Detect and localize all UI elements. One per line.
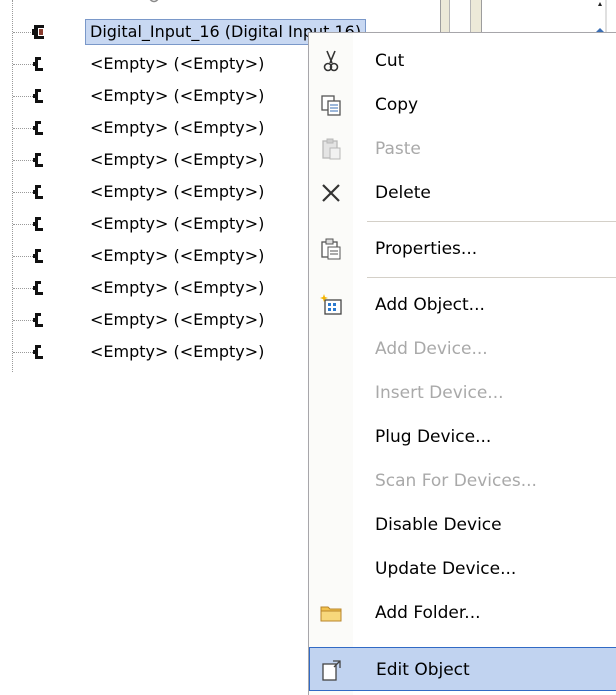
paste-icon — [322, 138, 341, 160]
tree-connector — [13, 288, 33, 289]
empty-slot-icon — [33, 249, 43, 263]
menu-item-label: Add Object... — [375, 295, 485, 315]
delete-icon — [322, 184, 340, 202]
collapse-glyph-icon — [149, 0, 159, 3]
tree-item-label: <Empty> (<Empty>) — [90, 214, 265, 233]
tree-item-label: <Empty> (<Empty>) — [90, 150, 265, 169]
menu-item-label: Add Folder... — [375, 603, 481, 623]
empty-slot-icon — [33, 121, 43, 135]
empty-slot-icon — [33, 281, 43, 295]
tree-connector — [13, 96, 33, 97]
edit-object-icon — [322, 660, 341, 681]
tree-item-label: <Empty> (<Empty>) — [90, 310, 265, 329]
menu-item-add-object[interactable]: Add Object... — [309, 283, 616, 327]
tree-connector — [13, 160, 33, 161]
empty-slot-icon — [33, 313, 43, 327]
menu-item-cut[interactable]: Cut — [309, 39, 616, 83]
menu-item-copy[interactable]: Copy — [309, 83, 616, 127]
menu-item-label: Insert Device... — [375, 383, 504, 403]
menu-item-plug-device[interactable]: Plug Device... — [309, 415, 616, 459]
empty-slot-icon — [33, 345, 43, 359]
menu-item-label: Update Device... — [375, 559, 517, 579]
menu-separator — [367, 221, 616, 222]
tree-item-label: <Empty> (<Empty>) — [90, 342, 265, 361]
properties-icon — [321, 238, 341, 260]
tree-item-label: <Empty> (<Empty>) — [90, 182, 265, 201]
menu-item-insert-device[interactable]: Insert Device... — [309, 371, 616, 415]
empty-slot-icon — [33, 217, 43, 231]
tree-connector — [13, 224, 33, 225]
tree-connector — [13, 256, 33, 257]
tree-item-label: <Empty> (<Empty>) — [90, 86, 265, 105]
empty-slot-icon — [33, 89, 43, 103]
menu-item-label: Add Device... — [375, 339, 488, 359]
menu-item-label: Plug Device... — [375, 427, 492, 447]
context-menu: Cut Copy Paste Delete Properties... Add … — [308, 32, 616, 695]
menu-item-add-folder[interactable]: Add Folder... — [309, 591, 616, 635]
tree-connector — [13, 128, 33, 129]
menu-item-edit-object[interactable]: Edit Object — [309, 647, 616, 691]
scissors-icon — [323, 50, 339, 72]
menu-item-update-device[interactable]: Update Device... — [309, 547, 616, 591]
menu-item-label: Scan For Devices... — [375, 471, 537, 491]
folder-icon — [320, 606, 342, 622]
menu-item-disable-device[interactable]: Disable Device — [309, 503, 616, 547]
menu-item-scan-for-devices[interactable]: Scan For Devices... — [309, 459, 616, 503]
digital-input-module-icon — [32, 25, 44, 39]
menu-item-label: Copy — [375, 95, 419, 115]
menu-item-add-device[interactable]: Add Device... — [309, 327, 616, 371]
menu-item-paste[interactable]: Paste — [309, 127, 616, 171]
menu-item-label: Properties... — [375, 239, 478, 259]
menu-item-label: Edit Object — [376, 660, 470, 680]
empty-slot-icon — [33, 185, 43, 199]
tree-item-label: <Empty> (<Empty>) — [90, 54, 265, 73]
menu-item-label: Paste — [375, 139, 421, 159]
menu-separator — [367, 277, 616, 278]
tree-item-label: <Empty> (<Empty>) — [90, 118, 265, 137]
tree-connector — [13, 320, 33, 321]
tree-connector — [13, 32, 33, 33]
tree-item-label: <Empty> (<Empty>) — [90, 278, 265, 297]
menu-item-label: Cut — [375, 51, 405, 71]
tree-connector — [13, 192, 33, 193]
empty-slot-icon — [33, 57, 43, 71]
menu-item-properties[interactable]: Properties... — [309, 227, 616, 271]
add-object-icon — [320, 294, 342, 315]
tree-item-label: <Empty> (<Empty>) — [90, 246, 265, 265]
tree-connector — [13, 352, 33, 353]
menu-item-label: Delete — [375, 183, 431, 203]
copy-icon — [321, 95, 341, 116]
empty-slot-icon — [33, 153, 43, 167]
tree-connector — [13, 64, 33, 65]
menu-item-label: Disable Device — [375, 515, 502, 535]
menu-item-delete[interactable]: Delete — [309, 171, 616, 215]
